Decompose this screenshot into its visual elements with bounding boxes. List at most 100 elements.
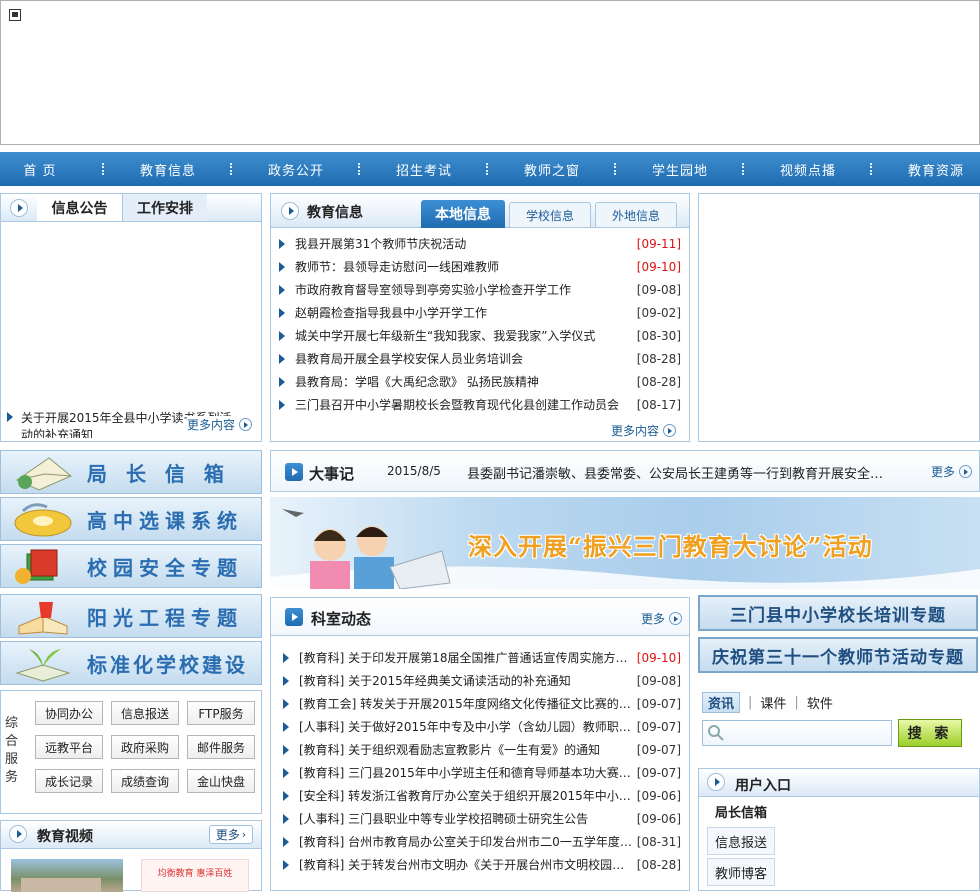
video-more-button[interactable]: 更多 › xyxy=(209,825,253,844)
service-button[interactable]: 成长记录 xyxy=(35,769,103,793)
news-title[interactable]: [教育科] 关于转发台州市文明办《关于开展台州市文明校园创建活动的通知》 xyxy=(299,856,635,873)
nav-home[interactable]: 首 页 xyxy=(0,160,80,179)
events-more-link[interactable]: 更多 xyxy=(931,463,973,480)
news-title[interactable]: 城关中学开展七年级新生“我知我家、我爱我家”入学仪式 xyxy=(295,327,635,344)
news-title[interactable]: 县教育局：学唱《大禹纪念歌》 弘扬民族精神 xyxy=(295,373,635,390)
bullet-icon xyxy=(279,261,285,272)
news-item[interactable]: 我县开展第31个教师节庆祝活动 [09-11] xyxy=(279,232,681,255)
news-item[interactable]: 城关中学开展七年级新生“我知我家、我爱我家”入学仪式 [08-30] xyxy=(279,324,681,347)
event-date: 2015/8/5 xyxy=(387,464,441,478)
news-title[interactable]: 县教育局开展全县学校安保人员业务培训会 xyxy=(295,350,635,367)
news-title[interactable]: 教师节：县领导走访慰问一线困难教师 xyxy=(295,258,635,275)
service-button[interactable]: 成绩查询 xyxy=(111,769,179,793)
nav-admission[interactable]: 招生考试 xyxy=(384,160,464,179)
search-input[interactable] xyxy=(702,720,892,746)
video-thumbnail[interactable]: 均衡教育 惠泽百姓 xyxy=(141,859,249,892)
news-item[interactable]: 市政府教育督导室领导到亭旁实验小学检查开学工作 [09-08] xyxy=(279,278,681,301)
tab-work-plan[interactable]: 工作安排 xyxy=(122,194,207,221)
news-item[interactable]: 三门县召开中小学暑期校长会暨教育现代化县创建工作动员会 [08-17] xyxy=(279,393,681,416)
search-tab-courseware[interactable]: 课件 xyxy=(760,693,786,712)
mail-icon xyxy=(9,452,77,492)
nav-teacher[interactable]: 教师之窗 xyxy=(512,160,592,179)
topic-principal-training[interactable]: 三门县中小学校长培训专题 xyxy=(698,595,978,631)
standard-school-button[interactable]: 标准化学校建设 xyxy=(0,641,262,685)
service-button[interactable]: 邮件服务 xyxy=(187,735,255,759)
news-title[interactable]: [人事科] 三门县职业中等专业学校招聘硕士研究生公告 xyxy=(299,810,635,827)
topic-teachers-day[interactable]: 庆祝第三十一个教师节活动专题 xyxy=(698,637,978,673)
more-arrow-icon xyxy=(959,465,973,478)
news-date: [09-06] xyxy=(636,788,681,803)
bullet-icon xyxy=(279,376,285,387)
news-item[interactable]: 县教育局开展全县学校安保人员业务培训会 [08-28] xyxy=(279,347,681,370)
news-item[interactable]: [教育科] 关于组织观看励志宣教影片《一生有爱》的通知 [09-07] xyxy=(283,738,681,761)
course-select-button[interactable]: 高中选课系统 xyxy=(0,497,262,541)
news-title[interactable]: [安全科] 转发浙江省教育厅办公室关于组织开展2015年中小学安全教育周的通知 xyxy=(299,787,635,804)
tab-notice[interactable]: 信息公告 xyxy=(37,194,122,221)
news-item[interactable]: [人事科] 关于做好2015年中专及中小学（含幼儿园）教师职务评聘工作的通知[0… xyxy=(283,715,681,738)
arrow-icon xyxy=(285,463,303,481)
nav-resource[interactable]: 教育资源 xyxy=(896,160,976,179)
service-button[interactable]: 协同办公 xyxy=(35,701,103,725)
news-item[interactable]: 教师节：县领导走访慰问一线困难教师 [09-10] xyxy=(279,255,681,278)
news-title[interactable]: 赵朝霞检查指导我县中小学开学工作 xyxy=(295,304,635,321)
service-button[interactable]: FTP服务 xyxy=(187,701,255,725)
news-item[interactable]: 县教育局：学唱《大禹纪念歌》 弘扬民族精神 [08-28] xyxy=(279,370,681,393)
service-button[interactable]: 信息报送 xyxy=(111,701,179,725)
bullet-icon xyxy=(283,652,289,663)
news-item[interactable]: [教育科] 关于转发台州市文明办《关于开展台州市文明校园创建活动的通知》[08-… xyxy=(283,853,681,876)
news-title[interactable]: 三门县召开中小学暑期校长会暨教育现代化县创建工作动员会 xyxy=(295,396,635,413)
news-title[interactable]: [人事科] 关于做好2015年中专及中小学（含幼儿园）教师职务评聘工作的通知 xyxy=(299,718,635,735)
user-link-blog[interactable]: 教师博客 xyxy=(707,858,775,886)
news-item[interactable]: [教育科] 关于2015年经典美文诵读活动的补充通知 [09-08] xyxy=(283,669,681,692)
news-item[interactable]: [教育科] 台州市教育局办公室关于印发台州市二0一五学年度教研工作要点的通知[0… xyxy=(283,830,681,853)
news-date: [09-10] xyxy=(636,259,681,274)
tab-other[interactable]: 外地信息 xyxy=(595,202,677,228)
dept-more-link[interactable]: 更多 xyxy=(641,610,683,627)
news-item[interactable]: [教育科] 三门县2015年中小学班主任和德育导师基本功大赛通知 [09-07] xyxy=(283,761,681,784)
campus-safety-button[interactable]: 校园安全专题 xyxy=(0,544,262,588)
nav-gov[interactable]: 政务公开 xyxy=(256,160,336,179)
section-title: 用户入口 xyxy=(735,778,791,794)
service-button[interactable]: 政府采购 xyxy=(111,735,179,759)
more-arrow-icon xyxy=(663,424,677,437)
divider: | xyxy=(794,694,799,710)
bullet-icon xyxy=(279,399,285,410)
sunshine-project-button[interactable]: 阳光工程专题 xyxy=(0,594,262,638)
user-link-report[interactable]: 信息报送 xyxy=(707,827,775,855)
bullet-icon xyxy=(283,767,289,778)
news-title[interactable]: [教育科] 关于印发开展第18届全国推广普通话宣传周实施方案的通知 xyxy=(299,649,635,666)
news-item[interactable]: [教育工会] 转发关于开展2015年度网络文化传播征文比赛的通知 [09-07] xyxy=(283,692,681,715)
news-title[interactable]: [教育科] 关于组织观看励志宣教影片《一生有爱》的通知 xyxy=(299,741,635,758)
service-button[interactable]: 远教平台 xyxy=(35,735,103,759)
edu-more-link[interactable]: 更多内容 xyxy=(611,422,677,439)
news-title[interactable]: [教育科] 三门县2015年中小学班主任和德育导师基本功大赛通知 xyxy=(299,764,635,781)
news-date: [09-06] xyxy=(636,811,681,826)
news-title[interactable]: 我县开展第31个教师节庆祝活动 xyxy=(295,235,635,252)
news-title[interactable]: [教育科] 关于2015年经典美文诵读活动的补充通知 xyxy=(299,672,635,689)
news-title[interactable]: [教育科] 台州市教育局办公室关于印发台州市二0一五学年度教研工作要点的通知 xyxy=(299,833,635,850)
news-item[interactable]: [安全科] 转发浙江省教育厅办公室关于组织开展2015年中小学安全教育周的通知[… xyxy=(283,784,681,807)
nav-video[interactable]: 视频点播 xyxy=(768,160,848,179)
search-button[interactable]: 搜 索 xyxy=(898,719,962,747)
campaign-banner[interactable]: 深入开展“振兴三门教育大讨论”活动 xyxy=(270,497,980,589)
notice-more-link[interactable]: 更多内容 xyxy=(187,416,253,433)
nav-student[interactable]: 学生园地 xyxy=(640,160,720,179)
search-tab-news[interactable]: 资讯 xyxy=(702,691,741,713)
news-item[interactable]: [教育科] 关于印发开展第18届全国推广普通话宣传周实施方案的通知 [09-10] xyxy=(283,646,681,669)
tab-school[interactable]: 学校信息 xyxy=(509,202,591,228)
bullet-icon xyxy=(7,412,13,422)
principal-mailbox-button[interactable]: 局 长 信 箱 xyxy=(0,450,262,494)
divider: | xyxy=(748,694,753,710)
video-thumbnail[interactable] xyxy=(11,859,123,892)
news-item[interactable]: [人事科] 三门县职业中等专业学校招聘硕士研究生公告 [09-06] xyxy=(283,807,681,830)
news-title[interactable]: [教育工会] 转发关于开展2015年度网络文化传播征文比赛的通知 xyxy=(299,695,635,712)
user-link-principal[interactable]: 局长信箱 xyxy=(715,802,767,821)
nav-edu-info[interactable]: 教育信息 xyxy=(128,160,208,179)
service-button[interactable]: 金山快盘 xyxy=(187,769,255,793)
arrow-icon xyxy=(10,198,28,217)
news-title[interactable]: 市政府教育督导室领导到亭旁实验小学检查开学工作 xyxy=(295,281,635,298)
tab-local[interactable]: 本地信息 xyxy=(421,200,505,228)
search-tab-software[interactable]: 软件 xyxy=(807,693,833,712)
news-item[interactable]: 赵朝霞检查指导我县中小学开学工作 [09-02] xyxy=(279,301,681,324)
event-text[interactable]: 县委副书记潘崇敏、县委常委、公安局长王建勇等一行到教育开展安全工作检查 xyxy=(467,463,887,482)
